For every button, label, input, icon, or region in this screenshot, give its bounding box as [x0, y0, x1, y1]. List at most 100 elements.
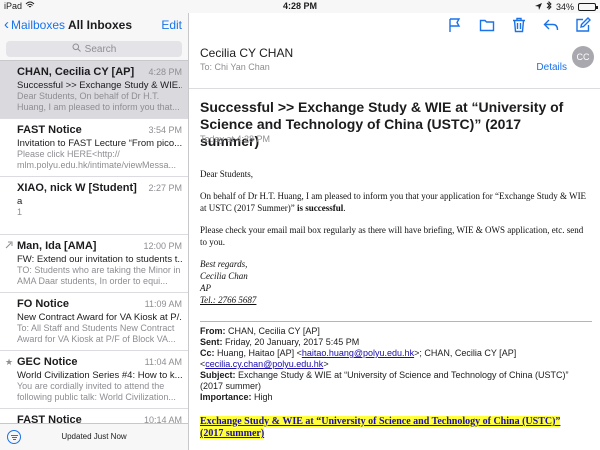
fwd-value: Huang, Haitao [AP] <	[217, 348, 302, 358]
message-time: 3:54 PM	[148, 125, 182, 135]
message-subject: Successful >> Exchange Study & WIE...	[17, 80, 182, 91]
fwd-label: Sent:	[200, 337, 223, 347]
message-row[interactable]: Man, Ida [AMA] 12:00 PM FW: Extend our i…	[0, 235, 188, 293]
message-sender: Man, Ida [AMA]	[17, 240, 97, 252]
message-time: 10:14 AM	[143, 415, 182, 423]
message-row[interactable]: FAST Notice 3:54 PM Invitation to FAST L…	[0, 119, 188, 177]
reply-icon[interactable]	[542, 16, 560, 34]
fwd-cc-line: Cc: Huang, Haitao [AP] <haitao.huang@pol…	[200, 348, 592, 370]
message-sender: FAST Notice	[17, 414, 82, 423]
to-label: To:	[200, 62, 213, 72]
message-subject: New Contract Award for VA Kiosk at P/...	[17, 312, 182, 323]
search-placeholder: Search	[84, 43, 117, 55]
flag-icon[interactable]	[446, 16, 464, 34]
fwd-label: Cc:	[200, 348, 215, 358]
paragraph-text: .	[343, 203, 346, 213]
compose-icon[interactable]	[574, 16, 592, 34]
fwd-label: From:	[200, 326, 226, 336]
fwd-sent-line: Sent: Friday, 20 January, 2017 5:45 PM	[200, 337, 592, 348]
detail-toolbar	[446, 13, 600, 37]
message-preview: To: All Staff and Students New Contract …	[17, 323, 176, 344]
status-bar: iPad 4:28 PM 34%	[0, 0, 600, 13]
list-bottom-bar: Updated Just Now	[0, 423, 188, 450]
trash-icon[interactable]	[510, 16, 528, 34]
message-preview: Please click HERE<http:// mlm.polyu.edu.…	[17, 149, 177, 170]
list-nav-bar: ‹ Mailboxes All Inboxes Edit	[0, 13, 188, 37]
bluetooth-icon	[546, 0, 552, 12]
message-subject: a	[17, 196, 23, 207]
message-subject: World Civilization Series #4: How to k..…	[17, 370, 182, 381]
message-preview: 1	[17, 207, 23, 217]
message-list-pane: ‹ Mailboxes All Inboxes Edit Search CHAN…	[0, 13, 189, 450]
details-button[interactable]: Details	[536, 62, 567, 73]
forwarded-header: From: CHAN, Cecilia CY [AP] Sent: Friday…	[200, 321, 592, 403]
message-time: 4:28 PM	[148, 67, 182, 77]
message-list: CHAN, Cecilia CY [AP] 4:28 PM Successful…	[0, 61, 188, 423]
message-time: 12:00 PM	[143, 241, 182, 251]
email-link[interactable]: haitao.huang@polyu.edu.hk	[302, 348, 414, 358]
message-sender: FO Notice	[17, 298, 69, 310]
status-time: 4:28 PM	[282, 1, 317, 11]
signature-tel[interactable]: Tel.: 2766 5687	[200, 294, 592, 306]
updated-status: Updated Just Now	[61, 432, 127, 441]
email-paragraph-1: On behalf of Dr H.T. Huang, I am pleased…	[200, 190, 592, 214]
signature-regards: Best regards,	[200, 259, 248, 269]
to-recipient[interactable]: Chi Yan Chan	[215, 62, 270, 72]
highlighted-text: Exchange Study & WIE at “University of S…	[200, 416, 561, 439]
message-sender: XIAO, nick W [Student]	[17, 182, 137, 194]
status-right: 34%	[534, 0, 598, 12]
fwd-label: Subject:	[200, 370, 236, 380]
fwd-value: Exchange Study & WIE at “University of S…	[200, 370, 569, 391]
message-detail-pane: Cecilia CY CHAN To: Chi Yan Chan Details…	[189, 13, 600, 450]
message-subject: Invitation to FAST Lecture “From pico...	[17, 138, 182, 149]
fwd-subject-line: Subject: Exchange Study & WIE at “Univer…	[200, 370, 592, 392]
message-time: 2:27 PM	[148, 183, 182, 193]
email-date: Today at 4:28 PM	[200, 134, 271, 144]
message-row[interactable]: XIAO, nick W [Student] 2:27 PM a 1	[0, 177, 188, 235]
email-greeting: Dear Students,	[200, 169, 253, 179]
search-input[interactable]: Search	[6, 41, 182, 57]
search-icon	[72, 43, 81, 55]
message-preview: Dear Students, On behalf of Dr H.T. Huan…	[17, 91, 180, 112]
mailboxes-back-button[interactable]: ‹ Mailboxes	[4, 16, 66, 33]
email-header: Cecilia CY CHAN To: Chi Yan Chan Details…	[189, 43, 600, 89]
highlighted-title[interactable]: Exchange Study & WIE at “University of S…	[200, 416, 580, 440]
message-row[interactable]: CHAN, Cecilia CY [AP] 4:28 PM Successful…	[0, 61, 188, 119]
message-sender: CHAN, Cecilia CY [AP]	[17, 66, 135, 78]
battery-percent: 34%	[555, 1, 574, 12]
chevron-left-icon: ‹	[4, 16, 9, 33]
location-icon	[534, 2, 542, 12]
forwarded-icon	[5, 241, 13, 251]
fwd-value: CHAN, Cecilia CY [AP]	[228, 326, 320, 336]
message-sender: GEC Notice	[17, 356, 78, 368]
fwd-label: Importance:	[200, 392, 252, 402]
fwd-value: >	[323, 359, 329, 369]
fwd-value: High	[254, 392, 273, 402]
email-body: Dear Students, On behalf of Dr H.T. Huan…	[200, 168, 592, 306]
email-paragraph-2: Please check your email mail box regular…	[200, 225, 584, 247]
fwd-importance-line: Importance: High	[200, 392, 592, 403]
message-time: 11:09 AM	[144, 299, 182, 309]
folder-icon[interactable]	[478, 16, 496, 34]
message-row[interactable]: ★ GEC Notice 11:04 AM World Civilization…	[0, 351, 188, 409]
battery-icon	[578, 2, 598, 11]
email-to: To: Chi Yan Chan	[200, 62, 270, 72]
vip-star-icon: ★	[5, 357, 14, 367]
message-preview: TO: Students who are taking the Minor in…	[17, 265, 181, 286]
list-title: All Inboxes	[68, 18, 133, 32]
paragraph-text: On behalf of Dr H.T. Huang, I am pleased…	[200, 191, 587, 213]
email-link[interactable]: cecilia.cy.chan@polyu.edu.hk	[205, 359, 323, 369]
success-emphasis: is successful	[297, 203, 344, 213]
search-bar: Search	[0, 37, 188, 61]
message-row[interactable]: FO Notice 11:09 AM New Contract Award fo…	[0, 293, 188, 351]
fwd-value: Friday, 20 January, 2017 5:45 PM	[225, 337, 360, 347]
message-subject: FW: Extend our invitation to students t.…	[17, 254, 182, 265]
edit-button[interactable]: Edit	[161, 18, 182, 32]
signature-name: Cecilia Chan	[200, 271, 248, 281]
message-time: 11:04 AM	[144, 357, 182, 367]
mailboxes-label: Mailboxes	[11, 18, 66, 32]
fwd-from-line: From: CHAN, Cecilia CY [AP]	[200, 326, 592, 337]
email-from[interactable]: Cecilia CY CHAN	[200, 46, 293, 60]
signature-dept: AP	[200, 283, 211, 293]
message-row[interactable]: FAST Notice 10:14 AM	[0, 409, 188, 423]
